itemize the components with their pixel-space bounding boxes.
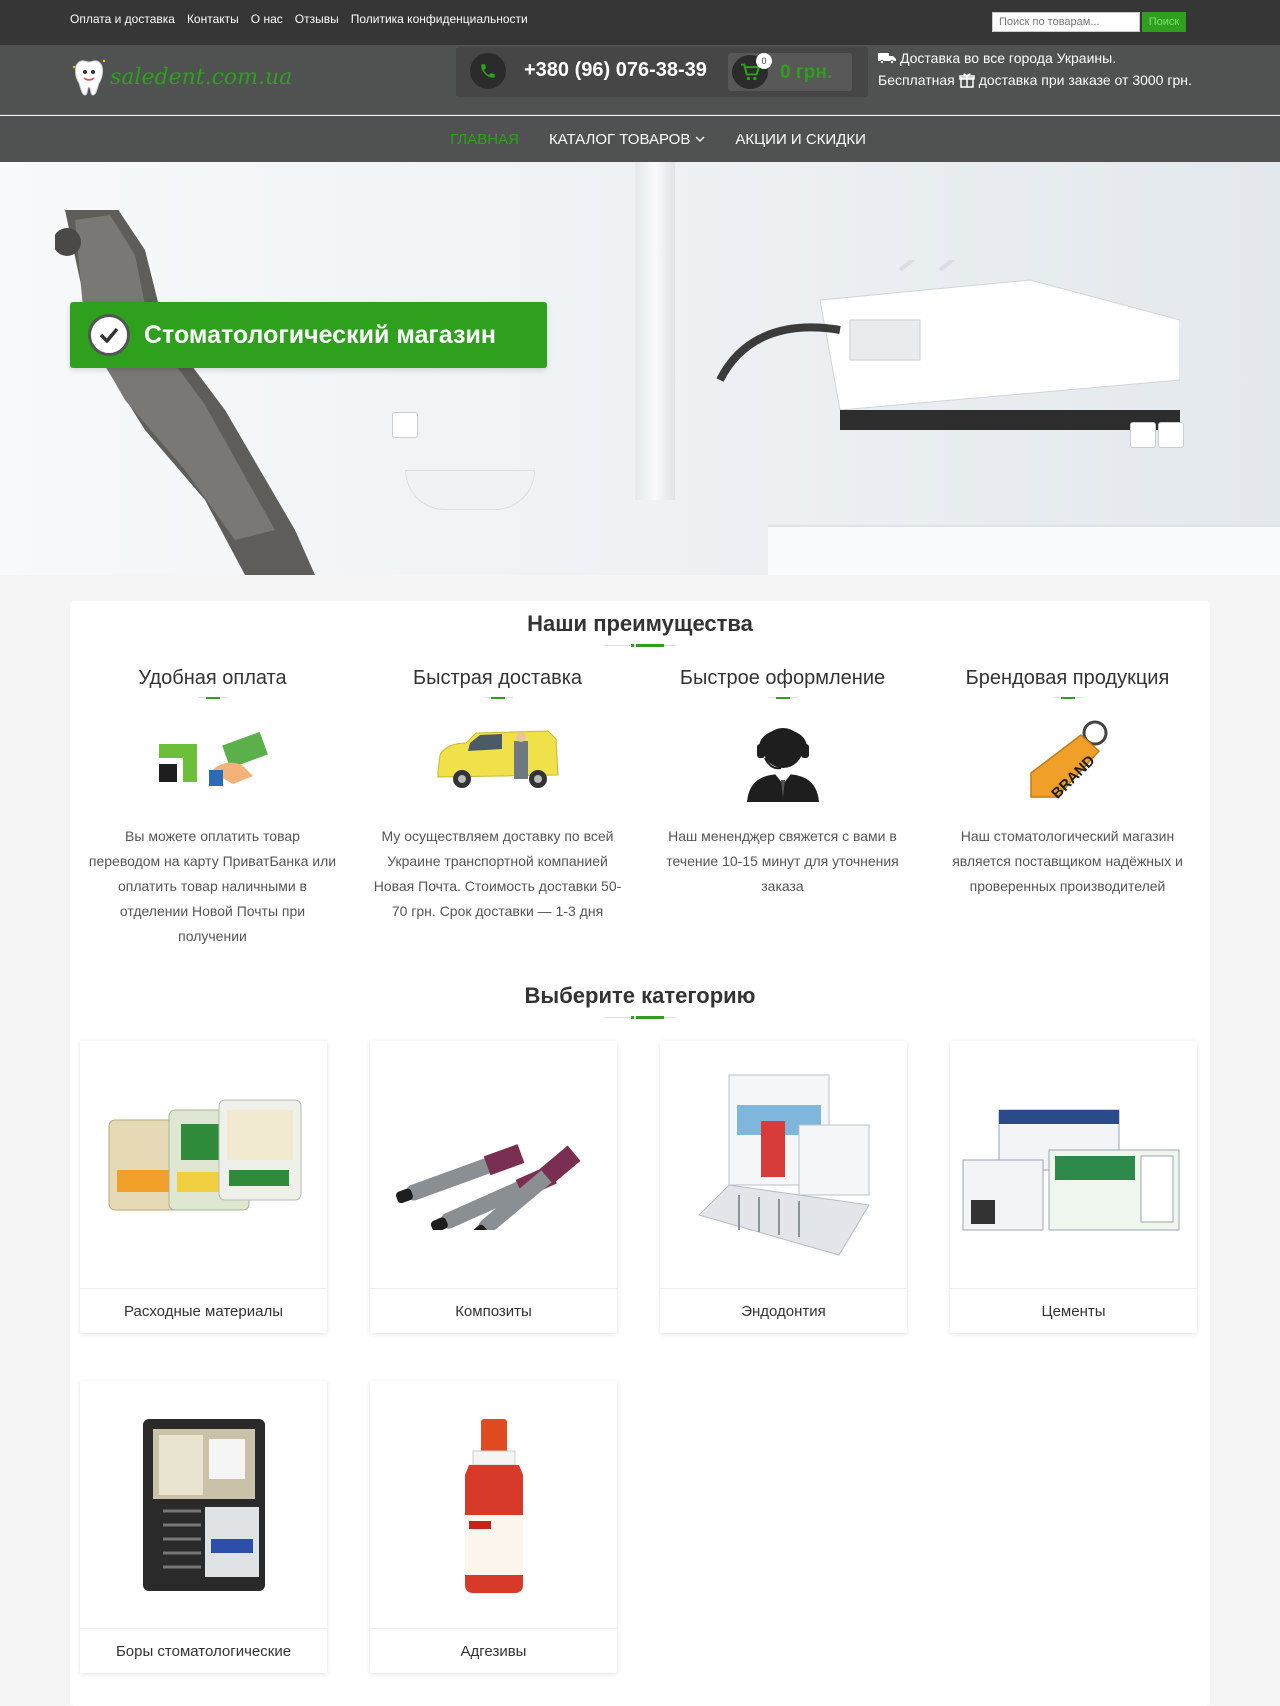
dental-unit-image xyxy=(716,260,1180,430)
advantages-list: Удобная оплата Вы можете оплатить товар … xyxy=(70,667,1210,949)
cart-button[interactable]: 0 0 грн. xyxy=(728,53,852,91)
search-input[interactable] xyxy=(992,12,1140,32)
brand-tag-icon: BRAND xyxy=(925,710,1210,810)
top-bar: Оплата и доставка Контакты О нас Отзывы … xyxy=(0,0,1280,45)
category-name: Боры стоматологические xyxy=(115,1642,292,1660)
tooth-logo-icon xyxy=(72,59,106,96)
advantages-title: Наши преимущества xyxy=(527,611,753,636)
category-name: Расходные материалы xyxy=(124,1302,283,1320)
advantage-delivery: Быстрая доставка Му осуществляем доставк… xyxy=(355,667,640,949)
hero-counter xyxy=(768,525,1280,575)
category-name: Эндодонтия xyxy=(741,1302,826,1320)
category-name: Адгезивы xyxy=(460,1642,527,1660)
category-image xyxy=(80,1041,327,1289)
section-separator xyxy=(604,644,676,648)
cart-count-badge: 0 xyxy=(756,53,772,69)
wall-outlet xyxy=(1130,422,1156,448)
cart-total: 0 грн. xyxy=(780,62,833,83)
truck-icon xyxy=(878,53,896,64)
hero-sink xyxy=(405,470,535,510)
categories-title: Выберите категорию xyxy=(524,983,756,1008)
site-header: saledent.com.ua +380 (96) 076-38-39 0 0 … xyxy=(0,45,1280,115)
category-image xyxy=(660,1041,907,1289)
delivery-info: Доставка во все города Украины. Бесплатн… xyxy=(878,47,1192,91)
nav-home[interactable]: ГЛАВНАЯ xyxy=(450,131,519,148)
category-name: Цементы xyxy=(1041,1302,1106,1320)
search-form: Поиск xyxy=(992,12,1186,32)
category-card[interactable]: Эндодонтия xyxy=(660,1041,907,1333)
advantage-title: Быстрая доставка xyxy=(412,667,583,689)
advantage-brand: Брендовая продукция BRAND Наш стоматолог… xyxy=(925,667,1210,949)
advantage-text: Наш стоматологический магазин является п… xyxy=(952,828,1183,894)
category-image xyxy=(370,1381,617,1629)
category-card[interactable]: Боры стоматологические xyxy=(80,1381,327,1673)
phone-number-link[interactable]: +380 (96) 076-38-39 xyxy=(524,59,707,82)
search-button[interactable]: Поиск xyxy=(1142,12,1186,32)
advantage-title: Удобная оплата xyxy=(138,667,287,689)
nav-promotions[interactable]: АКЦИИ И СКИДКИ xyxy=(735,131,866,148)
gift-icon xyxy=(958,73,975,88)
category-card[interactable]: Цементы xyxy=(950,1041,1197,1333)
top-nav: Оплата и доставка Контакты О нас Отзывы … xyxy=(70,12,528,26)
main-content: Наши преимущества Удобная оплата Вы може… xyxy=(70,601,1210,1706)
advantage-ordering: Быстрое оформление Наш менендҗер свяжетс… xyxy=(640,667,925,949)
wall-outlet xyxy=(1158,422,1184,448)
support-operator-icon xyxy=(640,710,925,810)
section-separator xyxy=(604,1016,676,1020)
advantage-text: Наш менендҗер свяжется с вами в течение … xyxy=(666,828,899,894)
chevron-down-icon xyxy=(695,136,705,142)
nav-catalog-label: КАТАЛОГ ТОВАРОВ xyxy=(548,130,691,148)
category-card[interactable]: Расходные материалы xyxy=(80,1041,327,1333)
top-link-contacts[interactable]: Контакты xyxy=(187,12,239,26)
delivery-free-label: Бесплатная xyxy=(878,72,955,88)
hero-title-badge: Стоматологический магазин xyxy=(70,302,547,368)
category-image xyxy=(950,1041,1197,1289)
site-logo[interactable]: saledent.com.ua xyxy=(72,57,292,97)
advantage-text: Вы можете оплатить товар переводом на ка… xyxy=(88,828,337,944)
phone-icon xyxy=(470,53,506,89)
delivery-line-2: доставка при заказе от 3000 грн. xyxy=(978,72,1192,88)
delivery-line-1: Доставка во все города Украины. xyxy=(900,50,1117,66)
delivery-van-icon xyxy=(355,710,640,810)
nav-catalog[interactable]: КАТАЛОГ ТОВАРОВ xyxy=(549,131,705,148)
advantage-title: Брендовая продукция xyxy=(965,667,1170,689)
main-nav: ГЛАВНАЯ КАТАЛОГ ТОВАРОВ АКЦИИ И СКИДКИ xyxy=(0,116,1280,162)
hero-title: Стоматологический магазин xyxy=(144,320,496,349)
contact-box: +380 (96) 076-38-39 0 0 грн. xyxy=(456,47,868,97)
dental-chair-image xyxy=(55,210,315,575)
top-link-about[interactable]: О нас xyxy=(251,12,283,26)
hero-lamp-pillar xyxy=(635,160,675,500)
check-circle-icon xyxy=(88,314,130,356)
advantage-title: Быстрое оформление xyxy=(679,667,886,689)
logo-text: saledent.com.ua xyxy=(110,64,293,90)
advantage-payment: Удобная оплата Вы можете оплатить товар … xyxy=(70,667,355,949)
category-card[interactable]: Композиты xyxy=(370,1041,617,1333)
advantage-text: Му осуществляем доставку по всей Украине… xyxy=(373,828,622,919)
top-link-payment-delivery[interactable]: Оплата и доставка xyxy=(70,12,175,26)
category-card[interactable]: Адгезивы xyxy=(370,1381,617,1673)
category-image xyxy=(370,1041,617,1289)
category-name: Композиты xyxy=(455,1302,532,1320)
category-image xyxy=(80,1381,327,1629)
top-link-reviews[interactable]: Отзывы xyxy=(295,12,339,26)
top-link-privacy[interactable]: Политика конфиденциальности xyxy=(351,12,528,26)
payment-icon xyxy=(70,710,355,810)
wall-outlet xyxy=(392,412,418,438)
